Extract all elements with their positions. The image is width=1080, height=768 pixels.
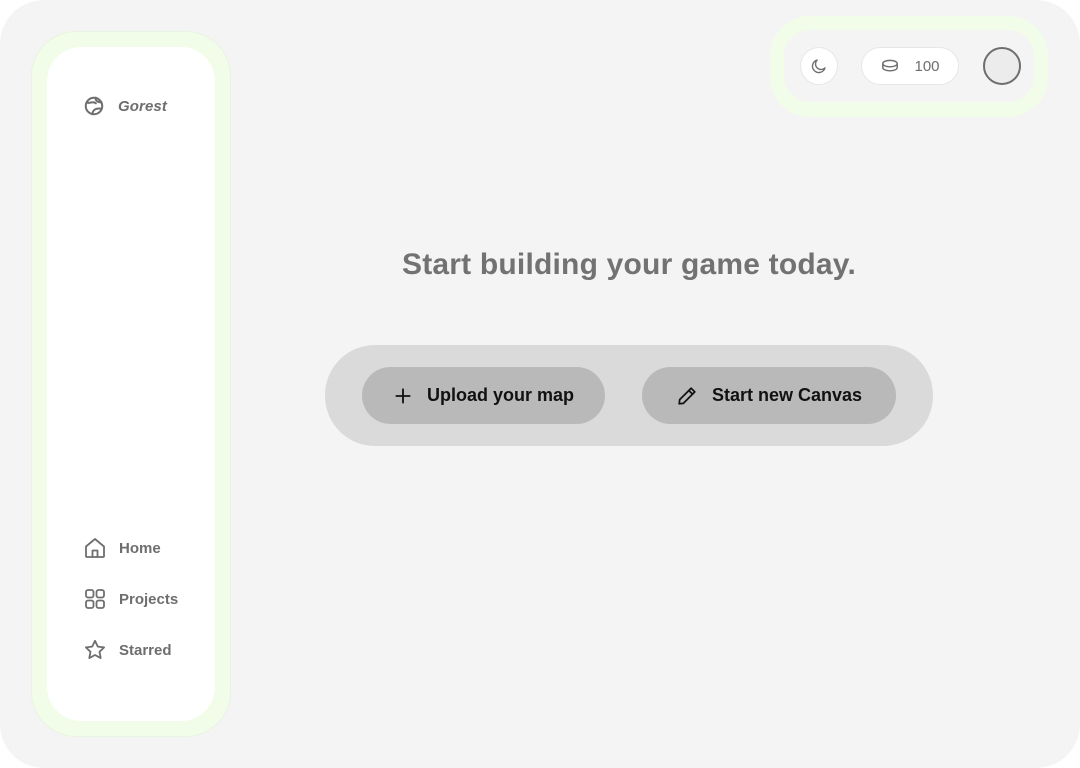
app-window: Gorest Home Projects Starred 100 Start b… <box>0 0 1080 768</box>
upload-map-label: Upload your map <box>426 385 574 405</box>
sidebar-item-label: Home <box>119 539 161 557</box>
home-icon <box>83 536 107 560</box>
moon-icon <box>810 57 828 75</box>
upload-map-button[interactable]: Upload your map <box>362 367 605 424</box>
brand[interactable]: Gorest <box>83 95 167 117</box>
brand-logo-icon <box>83 95 105 117</box>
top-controls: 100 <box>770 16 1048 117</box>
sidebar-item-label: Starred <box>119 641 172 659</box>
theme-toggle-button[interactable] <box>800 47 838 85</box>
new-canvas-label: Start new Canvas <box>711 385 863 405</box>
new-canvas-button[interactable]: Start new Canvas <box>642 367 896 424</box>
top-controls-panel: 100 <box>784 30 1034 102</box>
action-tray: Upload your map Start new Canvas <box>325 345 933 446</box>
brand-name: Gorest <box>118 97 167 115</box>
coin-balance[interactable]: 100 <box>861 47 959 85</box>
sidebar-item-projects[interactable]: Projects <box>83 587 178 611</box>
sidebar-item-label: Projects <box>119 590 179 608</box>
sidebar-item-home[interactable]: Home <box>83 536 178 560</box>
star-icon <box>83 638 107 662</box>
sidebar-nav: Home Projects Starred <box>83 536 178 689</box>
sidebar-item-starred[interactable]: Starred <box>83 638 178 662</box>
avatar[interactable] <box>983 47 1021 85</box>
plus-icon <box>393 386 413 406</box>
page-title: Start building your game today. <box>401 248 857 281</box>
sidebar: Gorest Home Projects Starred <box>32 32 230 736</box>
grid-icon <box>83 587 107 611</box>
sidebar-panel: Gorest Home Projects Starred <box>47 47 215 721</box>
pencil-icon <box>676 385 698 407</box>
coin-icon <box>880 58 900 74</box>
coin-count: 100 <box>914 57 940 75</box>
